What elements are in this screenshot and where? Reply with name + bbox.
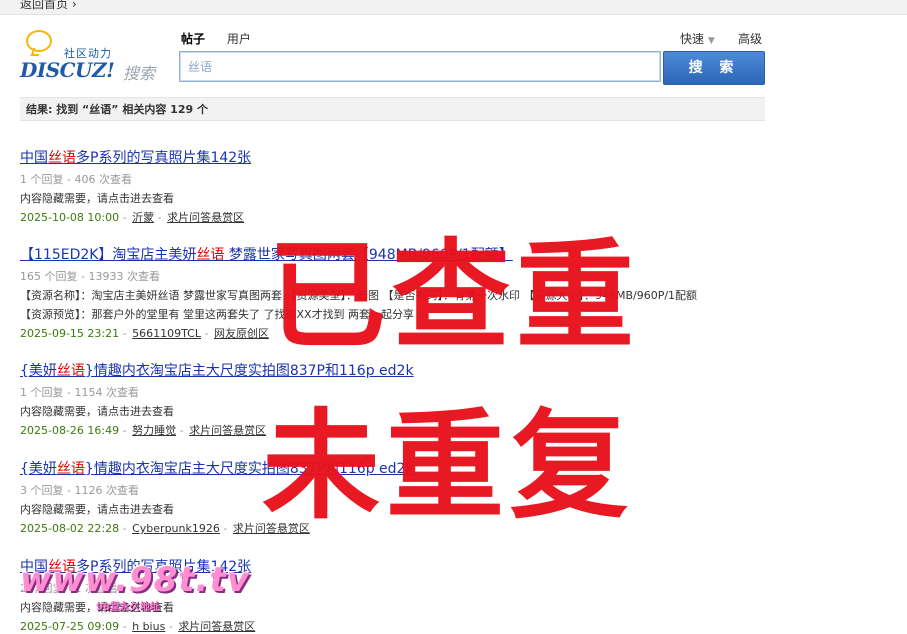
tab-posts[interactable]: 帖子 bbox=[181, 32, 205, 46]
watermark-url: www.98t.tv bbox=[20, 560, 250, 600]
result-info: 2025-10-08 10:00 - 沂蒙 - 求片问答悬赏区 bbox=[20, 211, 245, 224]
result-item: 中国丝语多P系列的写真照片集142张 1 个回复 - 406 次查看 内容隐藏需… bbox=[20, 147, 251, 225]
quick-label: 快速 bbox=[680, 32, 705, 46]
advanced-search-link[interactable]: 高级 bbox=[738, 30, 762, 47]
highlight: 丝语 bbox=[56, 461, 85, 477]
search-input[interactable]: 丝语 bbox=[179, 51, 661, 82]
forum-link[interactable]: 求片问答悬赏区 bbox=[167, 211, 244, 224]
result-date: 2025-08-26 16:49 bbox=[20, 424, 120, 437]
result-date: 2025-09-15 23:21 bbox=[20, 327, 120, 340]
result-content: 内容隐藏需要，请点击进去查看 bbox=[20, 192, 174, 205]
chevron-down-icon: ▼ bbox=[707, 36, 715, 46]
watermark-sub: 98堂永久地址 bbox=[96, 602, 160, 613]
author-link[interactable]: 沂蒙 bbox=[132, 211, 154, 224]
author-link[interactable]: 5661109TCL bbox=[132, 327, 201, 340]
highlight: 丝语 bbox=[196, 247, 225, 263]
forum-link[interactable]: 网友原创区 bbox=[214, 327, 269, 340]
highlight: 丝语 bbox=[48, 150, 76, 166]
highlight: 丝语 bbox=[56, 363, 85, 379]
result-info: 2025-07-25 09:09 - h bius - 求片问答悬赏区 bbox=[20, 620, 256, 633]
tab-users[interactable]: 用户 bbox=[227, 32, 251, 46]
stamp-checked: 已查重 bbox=[268, 227, 641, 365]
logo-brand-sub: 搜索 bbox=[123, 64, 156, 83]
forum-link[interactable]: 求片问答悬赏区 bbox=[189, 424, 266, 437]
result-summary: 结果: 找到 “丝语” 相关内容 129 个 bbox=[20, 97, 765, 121]
search-type-tabs: 帖子 用户 bbox=[181, 30, 269, 47]
quick-search-dropdown[interactable]: 快速 ▼ bbox=[680, 30, 715, 47]
result-title-link[interactable]: 中国丝语多P系列的写真照片集142张 bbox=[20, 147, 251, 167]
author-link[interactable]: 努力睡觉 bbox=[132, 424, 176, 437]
search-button[interactable]: 搜 索 bbox=[663, 51, 765, 85]
stamp-not-duplicate: 未重复 bbox=[262, 397, 635, 535]
top-bar: 返回首页 › bbox=[0, 0, 907, 15]
speech-bubble-icon bbox=[26, 30, 52, 52]
result-date: 2025-08-02 22:28 bbox=[20, 522, 120, 535]
result-date: 2025-10-08 10:00 bbox=[20, 211, 120, 224]
author-link[interactable]: Cyberpunk1926 bbox=[132, 522, 220, 535]
logo-brand: DISCUZ! bbox=[20, 58, 115, 82]
back-home-link[interactable]: 返回首页 › bbox=[20, 0, 77, 12]
result-meta: 1 个回复 - 406 次查看 bbox=[20, 173, 132, 186]
discuz-logo[interactable]: 社区动力 DISCUZ! 搜索 bbox=[20, 28, 162, 83]
